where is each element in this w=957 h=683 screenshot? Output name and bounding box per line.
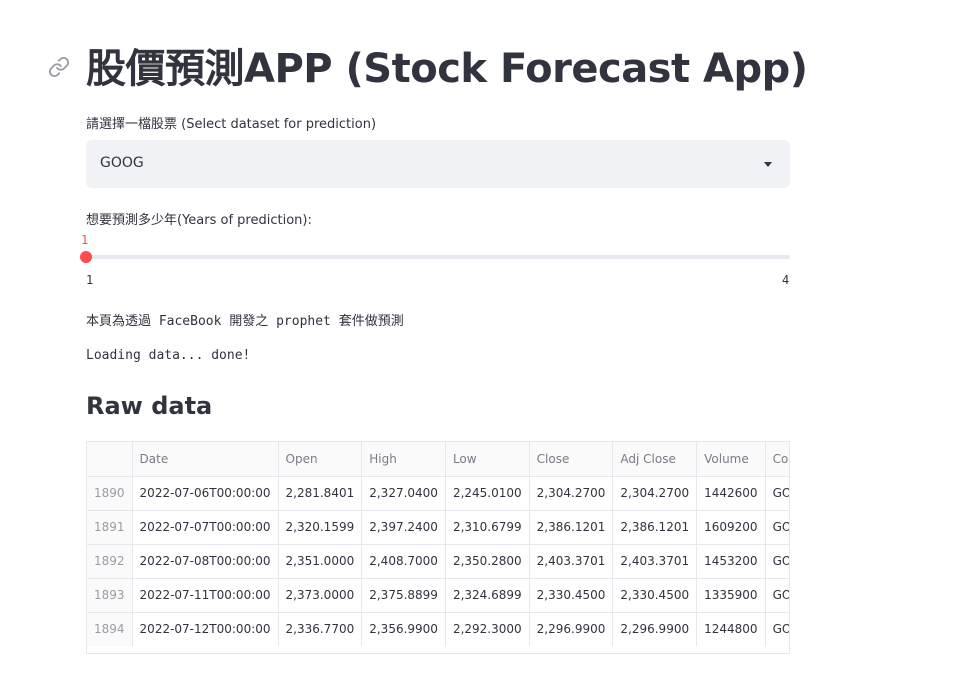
table-cell[interactable]: 2,403.3701 <box>612 544 698 579</box>
slider-label: 想要預測多少年(Years of prediction): <box>86 213 312 228</box>
table-cell[interactable]: 2,356.9900 <box>361 612 446 646</box>
column-header-volume[interactable]: Volume <box>696 442 766 477</box>
info-text: 本頁為透過 FaceBook 開發之 prophet 套件做預測 <box>86 314 404 329</box>
table-cell[interactable]: GOOG <box>765 612 789 646</box>
table-cell[interactable]: 2022-07-07T00:00:00 <box>132 510 279 545</box>
raw-data-heading: Raw data <box>86 392 213 420</box>
table-cell[interactable]: 2,327.0400 <box>361 476 446 511</box>
table-cell[interactable]: 2,304.2700 <box>529 476 614 511</box>
table-cell[interactable]: 2,336.7700 <box>278 612 363 646</box>
column-header-adj-close[interactable]: Adj Close <box>612 442 698 477</box>
column-header-index[interactable] <box>87 442 133 477</box>
row-index: 1891 <box>87 510 133 545</box>
table-cell[interactable]: 2,330.4500 <box>529 578 614 613</box>
table-cell[interactable]: 1609200 <box>696 510 766 545</box>
table-cell[interactable]: 2,403.3701 <box>529 544 614 579</box>
table-cell[interactable]: 2,324.6899 <box>445 578 530 613</box>
table-cell[interactable]: 1244800 <box>696 612 766 646</box>
table-cell[interactable]: 2,386.1201 <box>529 510 614 545</box>
table-cell[interactable]: GOOG <box>765 578 789 613</box>
table-cell[interactable]: 2,408.7000 <box>361 544 446 579</box>
table-cell[interactable]: 2,245.0100 <box>445 476 530 511</box>
row-index: 1894 <box>87 612 133 646</box>
column-header-company[interactable]: Company <box>765 442 789 477</box>
table-cell[interactable]: 2,375.8899 <box>361 578 446 613</box>
column-header-low[interactable]: Low <box>445 442 530 477</box>
years-slider-thumb[interactable] <box>80 251 92 263</box>
table-row: 1891 2022-07-07T00:00:00 2,320.1599 2,39… <box>87 510 789 545</box>
row-index: 1893 <box>87 578 133 613</box>
table-cell[interactable]: 2,310.6799 <box>445 510 530 545</box>
slider-current-value: 1 <box>81 233 89 247</box>
table-cell[interactable]: GOOG <box>765 544 789 579</box>
table-header-row: Date Open High Low Close Adj Close Volum… <box>87 442 789 477</box>
page-title: 股價預測APP (Stock Forecast App) <box>86 46 808 92</box>
table-cell[interactable]: 2022-07-08T00:00:00 <box>132 544 279 579</box>
caret-down-icon <box>764 162 772 167</box>
table-cell[interactable]: 2,373.0000 <box>278 578 363 613</box>
table-row: 1894 2022-07-12T00:00:00 2,336.7700 2,35… <box>87 612 789 646</box>
loading-status: Loading data... done! <box>86 348 251 363</box>
table-cell[interactable]: 2,281.8401 <box>278 476 363 511</box>
app-page: 股價預測APP (Stock Forecast App) 請選擇一檔股票 (Se… <box>0 0 957 683</box>
table-cell[interactable]: 2,397.2400 <box>361 510 446 545</box>
table-row: 1890 2022-07-06T00:00:00 2,281.8401 2,32… <box>87 476 789 511</box>
table-cell[interactable]: 2,350.2800 <box>445 544 530 579</box>
table-cell[interactable]: 2022-07-12T00:00:00 <box>132 612 279 646</box>
table-cell[interactable]: 2,296.9900 <box>529 612 614 646</box>
column-header-high[interactable]: High <box>361 442 446 477</box>
raw-data-table[interactable]: Date Open High Low Close Adj Close Volum… <box>86 441 790 654</box>
column-header-open[interactable]: Open <box>278 442 363 477</box>
stock-select-value: GOOG <box>100 155 144 171</box>
table-cell[interactable]: 2,330.4500 <box>612 578 698 613</box>
table-cell[interactable]: 2,386.1201 <box>612 510 698 545</box>
table-row: 1893 2022-07-11T00:00:00 2,373.0000 2,37… <box>87 578 789 613</box>
years-slider-track[interactable] <box>86 255 790 259</box>
table-cell[interactable]: 1453200 <box>696 544 766 579</box>
table-row: 1892 2022-07-08T00:00:00 2,351.0000 2,40… <box>87 544 789 579</box>
column-header-date[interactable]: Date <box>132 442 279 477</box>
stock-select[interactable]: GOOG <box>86 140 790 188</box>
select-label: 請選擇一檔股票 (Select dataset for prediction) <box>86 117 377 132</box>
table-cell[interactable]: GOOG <box>765 476 789 511</box>
table-cell[interactable]: 2,304.2700 <box>612 476 698 511</box>
link-icon[interactable] <box>48 56 70 78</box>
table-cell[interactable]: 2,296.9900 <box>612 612 698 646</box>
row-index: 1890 <box>87 476 133 511</box>
row-index: 1892 <box>87 544 133 579</box>
table-cell[interactable]: 2,351.0000 <box>278 544 363 579</box>
table-cell[interactable]: 2022-07-06T00:00:00 <box>132 476 279 511</box>
table-cell[interactable]: GOOG <box>765 510 789 545</box>
table-cell[interactable]: 1442600 <box>696 476 766 511</box>
table-cell[interactable]: 2022-07-11T00:00:00 <box>132 578 279 613</box>
column-header-close[interactable]: Close <box>529 442 614 477</box>
table-cell[interactable]: 2,292.3000 <box>445 612 530 646</box>
table-cell[interactable]: 2,320.1599 <box>278 510 363 545</box>
table-cell[interactable]: 1335900 <box>696 578 766 613</box>
slider-min-label: 1 <box>86 273 94 287</box>
slider-max-label: 4 <box>782 273 790 287</box>
